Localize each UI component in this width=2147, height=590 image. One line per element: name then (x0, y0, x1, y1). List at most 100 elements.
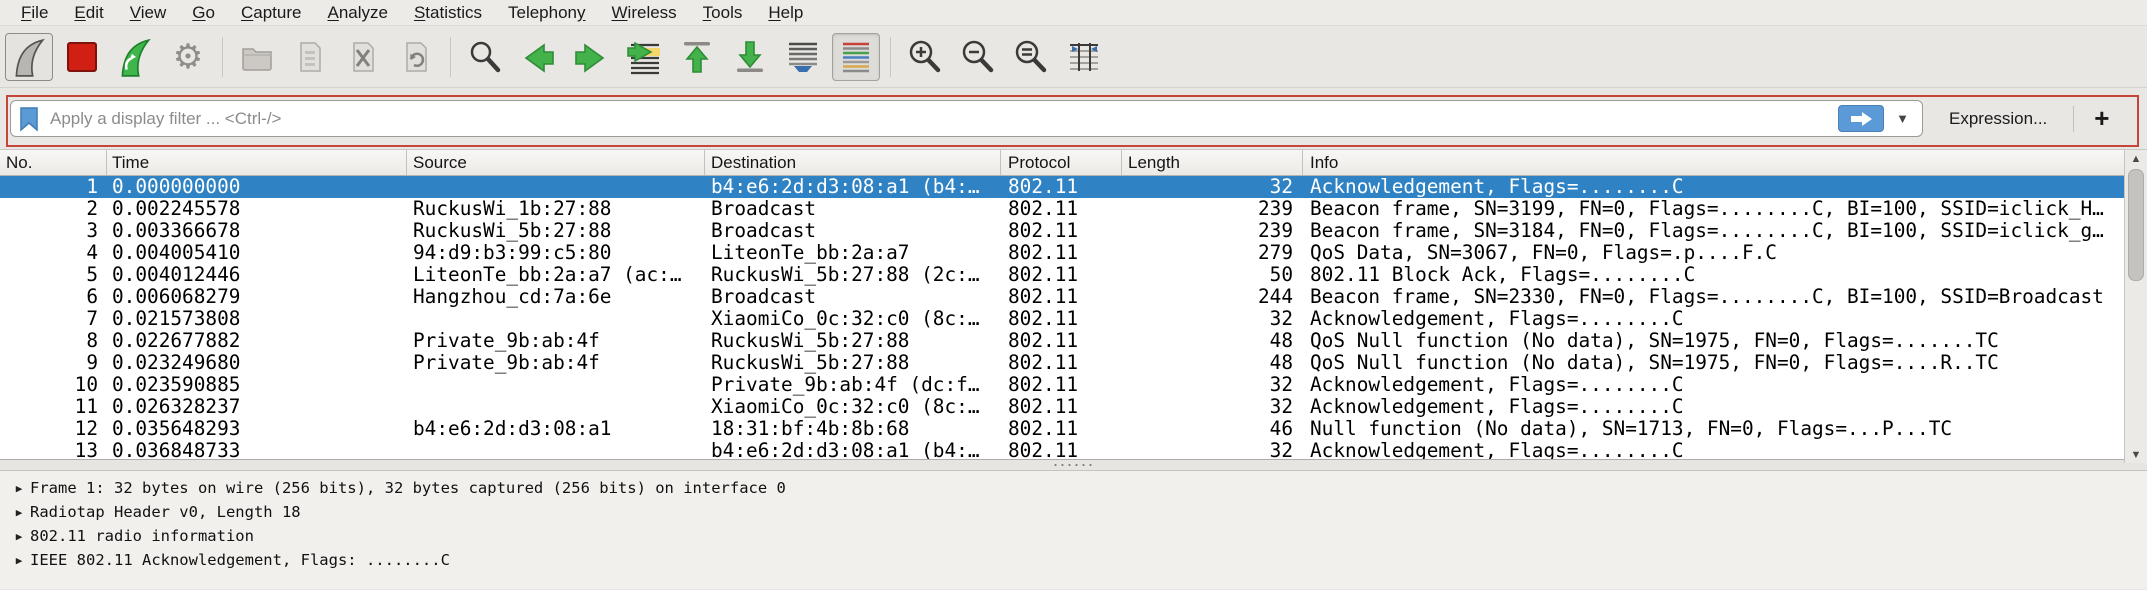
menu-item-telephony[interactable]: Telephony (495, 1, 599, 25)
scroll-up-button[interactable]: ▲ (2125, 150, 2147, 167)
column-header-length[interactable]: Length (1122, 150, 1303, 175)
packet-row-7[interactable]: 7 0.021573808 XiaomiCo_0c:32:c0 (8c:… 80… (0, 308, 2147, 330)
open-file-button[interactable] (233, 33, 281, 81)
packet-row-1[interactable]: 1 0.000000000 b4:e6:2d:d3:08:a1 (b4:… 80… (0, 176, 2147, 198)
go-to-packet-button[interactable] (620, 33, 668, 81)
find-packet-button[interactable] (461, 33, 509, 81)
expression-button[interactable]: Expression... (1923, 109, 2073, 129)
column-header-source[interactable]: Source (407, 150, 705, 175)
packet-destination-cell: RuckusWi_5b:27:88 (705, 352, 1001, 374)
packet-source-cell: RuckusWi_5b:27:88 (407, 220, 705, 242)
packet-source-cell: RuckusWi_1b:27:88 (407, 198, 705, 220)
start-capture-button[interactable] (5, 33, 53, 81)
packet-time-cell: 0.023249680 (107, 352, 407, 374)
arrow-right-icon (1849, 111, 1873, 127)
menu-item-wireless[interactable]: Wireless (599, 1, 690, 25)
menu-item-help[interactable]: Help (755, 1, 816, 25)
packet-row-2[interactable]: 2 0.002245578 RuckusWi_1b:27:88 Broadcas… (0, 198, 2147, 220)
arrow-bottom-icon (732, 39, 768, 75)
apply-filter-button[interactable] (1838, 105, 1884, 132)
menu-item-file[interactable]: File (8, 1, 61, 25)
packet-details-pane: ▶ Frame 1: 32 bytes on wire (256 bits), … (0, 471, 2147, 589)
expander-icon[interactable]: ▶ (8, 506, 30, 519)
packet-row-5[interactable]: 5 0.004012446 LiteonTe_bb:2a:a7 (ac:… Ru… (0, 264, 2147, 286)
menu-item-statistics[interactable]: Statistics (401, 1, 495, 25)
caret-down-icon[interactable]: ▼ (1896, 111, 1909, 126)
detail-row-frame[interactable]: ▶ Frame 1: 32 bytes on wire (256 bits), … (0, 476, 2147, 500)
menu-item-go[interactable]: Go (179, 1, 228, 25)
packet-protocol-cell: 802.11 (1001, 286, 1122, 308)
zoom-in-button[interactable] (901, 33, 949, 81)
expander-icon[interactable]: ▶ (8, 554, 30, 567)
column-header-time[interactable]: Time (107, 150, 407, 175)
close-file-button[interactable] (339, 33, 387, 81)
document-icon (292, 39, 328, 75)
detail-row-radiotap[interactable]: ▶ Radiotap Header v0, Length 18 (0, 500, 2147, 524)
packet-row-9[interactable]: 9 0.023249680 Private_9b:ab:4f RuckusWi_… (0, 352, 2147, 374)
pane-splitter[interactable]: ······ (0, 459, 2147, 471)
capture-options-button[interactable]: ⚙ (164, 33, 212, 81)
display-filter-input[interactable]: ▼ (10, 100, 1923, 137)
column-header-protocol[interactable]: Protocol (1001, 150, 1122, 175)
scroll-down-button[interactable]: ▼ (2125, 446, 2147, 463)
menu-label-mnemonic: y (577, 3, 586, 22)
go-back-button[interactable] (514, 33, 562, 81)
go-forward-button[interactable] (567, 33, 615, 81)
packet-row-4[interactable]: 4 0.004005410 94:d9:b3:99:c5:80 LiteonTe… (0, 242, 2147, 264)
column-header-destination[interactable]: Destination (705, 150, 1001, 175)
expander-icon[interactable]: ▶ (8, 530, 30, 543)
main-toolbar: ⚙ (0, 26, 2147, 88)
column-header-no[interactable]: No. (0, 150, 107, 175)
packet-length-cell: 48 (1122, 330, 1303, 352)
detail-row-ieee[interactable]: ▶ IEEE 802.11 Acknowledgement, Flags: ..… (0, 548, 2147, 572)
packet-row-8[interactable]: 8 0.022677882 Private_9b:ab:4f RuckusWi_… (0, 330, 2147, 352)
packet-source-cell (407, 308, 705, 330)
colorize-button[interactable] (832, 33, 880, 81)
stop-capture-button[interactable] (58, 33, 106, 81)
scrollbar-track[interactable] (2125, 167, 2147, 446)
scrollbar-thumb[interactable] (2128, 169, 2144, 281)
menu-label-post: dit (86, 3, 104, 22)
packet-row-6[interactable]: 6 0.006068279 Hangzhou_cd:7a:6e Broadcas… (0, 286, 2147, 308)
zoom-out-button[interactable] (954, 33, 1002, 81)
restart-capture-button[interactable] (111, 33, 159, 81)
expander-icon[interactable]: ▶ (8, 482, 30, 495)
filter-text-field[interactable] (50, 109, 1838, 129)
zoom-reset-button[interactable] (1007, 33, 1055, 81)
packet-protocol-cell: 802.11 (1001, 198, 1122, 220)
arrow-right-icon (573, 39, 609, 75)
go-to-top-button[interactable] (673, 33, 721, 81)
packet-row-10[interactable]: 10 0.023590885 Private_9b:ab:4f (dc:f… 8… (0, 374, 2147, 396)
packet-row-11[interactable]: 11 0.026328237 XiaomiCo_0c:32:c0 (8c:… 8… (0, 396, 2147, 418)
menu-item-view[interactable]: View (117, 1, 180, 25)
packet-list-scrollbar[interactable]: ▲ ▼ (2124, 150, 2147, 463)
detail-text: Frame 1: 32 bytes on wire (256 bits), 32… (30, 479, 786, 497)
menu-item-tools[interactable]: Tools (690, 1, 756, 25)
document-x-icon (345, 39, 381, 75)
menu-item-edit[interactable]: Edit (61, 1, 116, 25)
table-columns-icon (1066, 39, 1102, 75)
packet-time-cell: 0.006068279 (107, 286, 407, 308)
packet-time-cell: 0.035648293 (107, 418, 407, 440)
column-header-info[interactable]: Info (1303, 150, 2147, 175)
packet-info-cell: Acknowledgement, Flags=........C (1303, 374, 2147, 396)
menu-item-analyze[interactable]: Analyze (314, 1, 400, 25)
reload-file-button[interactable] (392, 33, 440, 81)
toolbar-separator (450, 37, 451, 77)
menu-item-capture[interactable]: Capture (228, 1, 314, 25)
packet-row-3[interactable]: 3 0.003366678 RuckusWi_5b:27:88 Broadcas… (0, 220, 2147, 242)
packet-protocol-cell: 802.11 (1001, 308, 1122, 330)
menu-label-post: o (206, 3, 215, 22)
packet-no-cell: 8 (0, 330, 107, 352)
auto-scroll-button[interactable] (779, 33, 827, 81)
go-to-bottom-button[interactable] (726, 33, 774, 81)
detail-row-radio[interactable]: ▶ 802.11 radio information (0, 524, 2147, 548)
packet-length-cell: 279 (1122, 242, 1303, 264)
save-file-button[interactable] (286, 33, 334, 81)
bookmark-icon[interactable] (18, 106, 40, 132)
resize-columns-button[interactable] (1060, 33, 1108, 81)
packet-time-cell: 0.022677882 (107, 330, 407, 352)
add-filter-button[interactable]: + (2074, 103, 2129, 134)
packet-row-12[interactable]: 12 0.035648293 b4:e6:2d:d3:08:a1 18:31:b… (0, 418, 2147, 440)
splitter-handle[interactable]: ······ (1053, 459, 1095, 469)
